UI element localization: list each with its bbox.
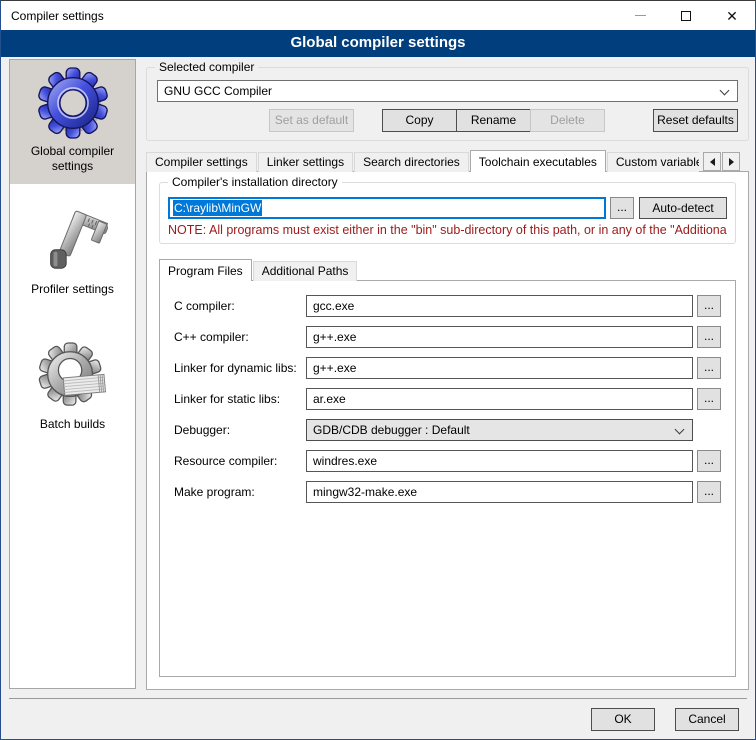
sidebar-item-label: Global compiler settings <box>13 144 132 174</box>
minimize-button[interactable] <box>617 1 663 30</box>
installation-directory-group-label: Compiler's installation directory <box>168 175 342 189</box>
maximize-icon <box>681 11 691 21</box>
debugger-label: Debugger: <box>174 423 306 437</box>
close-button[interactable]: ✕ <box>709 1 755 30</box>
reset-defaults-button[interactable]: Reset defaults <box>653 109 738 132</box>
compiler-select[interactable]: GNU GCC Compiler <box>157 80 738 102</box>
debugger-select[interactable]: GDB/CDB debugger : Default <box>306 419 693 441</box>
c-compiler-label: C compiler: <box>174 299 306 313</box>
c-compiler-row: C compiler: ... <box>174 295 721 317</box>
window-title: Compiler settings <box>1 9 104 23</box>
tab-scroll-buttons <box>703 152 740 171</box>
page-title: Global compiler settings <box>290 34 465 51</box>
cpp-compiler-label: C++ compiler: <box>174 330 306 344</box>
inner-tabs-row: Program Files Additional Paths <box>159 258 686 281</box>
browse-directory-button[interactable]: ... <box>610 197 634 219</box>
resource-compiler-row: Resource compiler: ... <box>174 450 721 472</box>
gear-blue-icon <box>13 66 132 140</box>
static-linker-browse-button[interactable]: ... <box>697 388 721 410</box>
chevron-down-icon <box>675 425 685 435</box>
installation-note: NOTE: All programs must exist either in … <box>168 223 727 237</box>
installation-directory-group: Compiler's installation directory C:\ray… <box>159 182 736 244</box>
selected-compiler-group: Selected compiler GNU GCC Compiler Set a… <box>146 67 749 141</box>
c-compiler-input[interactable] <box>306 295 693 317</box>
dialog-header: Global compiler settings <box>1 30 755 57</box>
tab-linker-settings[interactable]: Linker settings <box>258 152 353 172</box>
debugger-row: Debugger: GDB/CDB debugger : Default <box>174 419 721 441</box>
sidebar-item-label: Batch builds <box>13 417 132 432</box>
installation-directory-input[interactable]: C:\raylib\MinGW <box>168 197 606 219</box>
installation-directory-value: C:\raylib\MinGW <box>173 200 262 216</box>
sidebar-item-global-compiler-settings[interactable]: Global compiler settings <box>10 60 135 184</box>
tab-toolchain-executables[interactable]: Toolchain executables <box>470 150 606 172</box>
sidebar-item-profiler-settings[interactable]: Profiler settings <box>10 198 135 307</box>
tab-additional-paths[interactable]: Additional Paths <box>253 261 358 281</box>
installation-directory-row: C:\raylib\MinGW ... Auto-detect <box>168 197 727 219</box>
set-as-default-button[interactable]: Set as default <box>269 109 354 132</box>
cpp-compiler-browse-button[interactable]: ... <box>697 326 721 348</box>
auto-detect-button[interactable]: Auto-detect <box>639 197 727 219</box>
arrow-left-icon <box>710 158 715 166</box>
compiler-buttons-row: Set as default Copy Rename Delete Reset … <box>157 109 738 132</box>
rename-button[interactable]: Rename <box>456 109 531 132</box>
tabs-row: Compiler settings Linker settings Search… <box>146 149 699 172</box>
resource-compiler-browse-button[interactable]: ... <box>697 450 721 472</box>
settings-sidebar: Global compiler settings <box>9 59 136 689</box>
compiler-settings-window: Compiler settings ✕ Global compiler sett… <box>0 0 756 740</box>
tab-custom-variables[interactable]: Custom variables <box>607 152 699 172</box>
programs-tabstrip: Program Files Additional Paths <box>159 258 736 281</box>
arrow-right-icon <box>729 158 734 166</box>
copy-button[interactable]: Copy <box>382 109 457 132</box>
settings-tabstrip: Compiler settings Linker settings Search… <box>146 149 749 172</box>
tab-scroll-right-button[interactable] <box>722 152 740 171</box>
delete-button[interactable]: Delete <box>530 109 605 132</box>
tab-search-directories[interactable]: Search directories <box>354 152 469 172</box>
caliper-icon <box>13 204 132 278</box>
sidebar-item-batch-builds[interactable]: Batch builds <box>10 333 135 442</box>
cancel-button[interactable]: Cancel <box>675 708 739 731</box>
gear-stack-icon <box>13 339 132 413</box>
resource-compiler-label: Resource compiler: <box>174 454 306 468</box>
static-linker-label: Linker for static libs: <box>174 392 306 406</box>
sidebar-item-label: Profiler settings <box>13 282 132 297</box>
make-program-input[interactable] <box>306 481 693 503</box>
dialog-body: Global compiler settings <box>1 57 755 739</box>
resize-grip-icon[interactable] <box>751 735 753 737</box>
tab-program-files[interactable]: Program Files <box>159 259 252 281</box>
static-linker-input[interactable] <box>306 388 693 410</box>
dynamic-linker-browse-button[interactable]: ... <box>697 357 721 379</box>
dynamic-linker-input[interactable] <box>306 357 693 379</box>
make-program-row: Make program: ... <box>174 481 721 503</box>
static-linker-row: Linker for static libs: ... <box>174 388 721 410</box>
tab-scroll-left-button[interactable] <box>703 152 721 171</box>
selected-compiler-group-label: Selected compiler <box>155 60 258 74</box>
tab-compiler-settings[interactable]: Compiler settings <box>146 152 257 172</box>
toolchain-executables-page: Compiler's installation directory C:\ray… <box>146 171 749 690</box>
window-controls: ✕ <box>617 1 755 30</box>
program-files-panel: C compiler: ... C++ compiler: ... Linker… <box>159 280 736 677</box>
chevron-down-icon <box>720 86 730 96</box>
minimize-icon <box>635 15 646 16</box>
resource-compiler-input[interactable] <box>306 450 693 472</box>
cpp-compiler-row: C++ compiler: ... <box>174 326 721 348</box>
make-program-label: Make program: <box>174 485 306 499</box>
c-compiler-browse-button[interactable]: ... <box>697 295 721 317</box>
dynamic-linker-label: Linker for dynamic libs: <box>174 361 306 375</box>
cpp-compiler-input[interactable] <box>306 326 693 348</box>
compiler-select-value: GNU GCC Compiler <box>164 84 272 98</box>
make-program-browse-button[interactable]: ... <box>697 481 721 503</box>
maximize-button[interactable] <box>663 1 709 30</box>
dialog-footer: OK Cancel <box>9 698 747 739</box>
debugger-select-value: GDB/CDB debugger : Default <box>313 423 470 437</box>
dynamic-linker-row: Linker for dynamic libs: ... <box>174 357 721 379</box>
main-panel: Selected compiler GNU GCC Compiler Set a… <box>146 57 749 699</box>
close-icon: ✕ <box>726 9 738 23</box>
title-bar: Compiler settings ✕ <box>1 1 755 30</box>
ok-button[interactable]: OK <box>591 708 655 731</box>
